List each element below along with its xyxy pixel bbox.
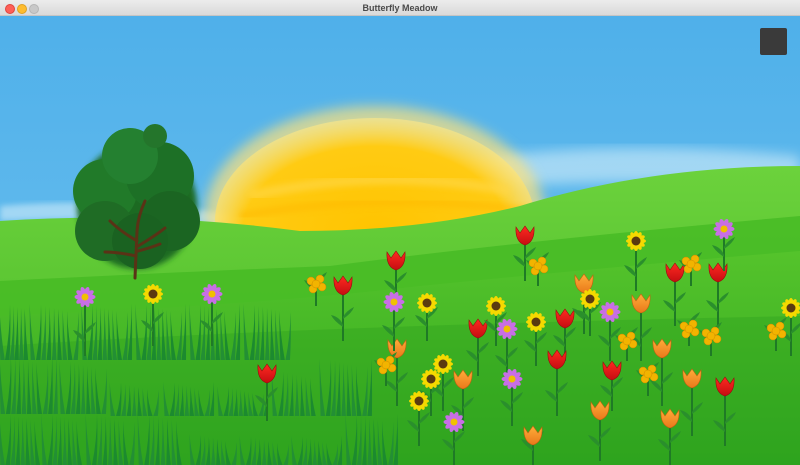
game-canvas[interactable]: [0, 16, 800, 465]
menu-button[interactable]: [760, 28, 787, 55]
meadow-scene: [0, 16, 800, 465]
title-bar: Butterfly Meadow: [0, 0, 800, 16]
game-window: Butterfly Meadow: [0, 0, 800, 465]
window-title: Butterfly Meadow: [362, 3, 438, 13]
